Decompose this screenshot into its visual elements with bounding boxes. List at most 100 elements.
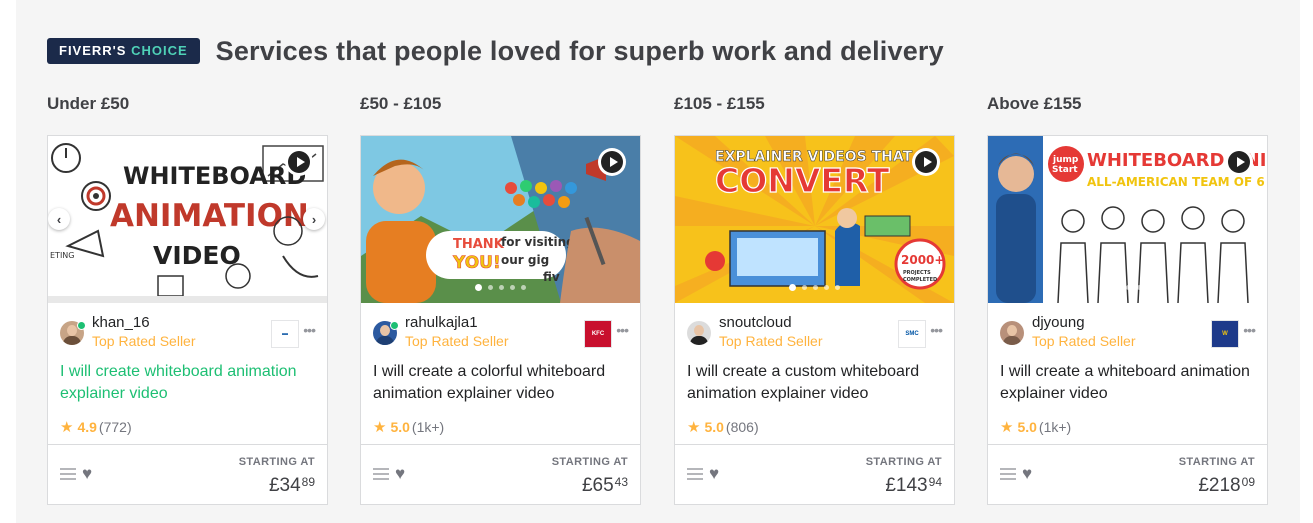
list-menu-icon[interactable] bbox=[687, 468, 703, 480]
svg-text:COMPLETED: COMPLETED bbox=[903, 277, 937, 283]
gig-card[interactable]: EXPLAINER VIDEOS THAT CONVERT 2000+ PROJ… bbox=[674, 135, 955, 505]
play-video-button[interactable] bbox=[1225, 148, 1253, 176]
card-divider bbox=[675, 444, 954, 445]
play-video-button[interactable] bbox=[598, 148, 626, 176]
heart-icon[interactable]: ♥ bbox=[1022, 465, 1032, 482]
price-column-under-50: Under £50 WHITEBOARD ANIMATION VIDEO ETI… bbox=[47, 94, 328, 505]
column-title: Above £155 bbox=[987, 94, 1082, 113]
more-options-icon[interactable]: ••• bbox=[616, 322, 629, 338]
gig-title[interactable]: I will create whiteboard animation expla… bbox=[60, 361, 320, 405]
seller-name[interactable]: snoutcloud bbox=[719, 314, 792, 331]
price-column-above-155: Above £155 jump Start WHITEBOARD ANIMATI… bbox=[987, 94, 1268, 505]
card-actions: ♥ bbox=[1000, 465, 1032, 482]
carousel-dots bbox=[675, 284, 954, 291]
seller-info: rahulkajla1 Top Rated Seller KFC ••• bbox=[373, 312, 629, 352]
gig-price: £65 43 bbox=[582, 475, 628, 497]
price-main: £34 bbox=[268, 475, 301, 496]
price-main: £65 bbox=[581, 475, 614, 496]
gig-price: £218 09 bbox=[1198, 475, 1255, 497]
play-video-button[interactable] bbox=[912, 148, 940, 176]
price-cents: 43 bbox=[614, 475, 628, 489]
heart-icon[interactable]: ♥ bbox=[82, 465, 92, 482]
gig-thumbnail[interactable]: WHITEBOARD ANIMATION VIDEO ETING ‹ › bbox=[48, 136, 327, 303]
rating-score: 4.9 bbox=[77, 419, 97, 435]
svg-text:ETING: ETING bbox=[50, 251, 74, 260]
svg-text:THANK: THANK bbox=[453, 237, 505, 252]
gig-rating: ★ 4.9 (772) bbox=[60, 418, 132, 436]
gig-rating: ★ 5.0 (806) bbox=[687, 418, 759, 436]
gig-title[interactable]: I will create a colorful whiteboard anim… bbox=[373, 361, 633, 405]
svg-text:PROJECTS: PROJECTS bbox=[903, 270, 931, 276]
rating-score: 5.0 bbox=[704, 419, 724, 435]
carousel-next-arrow[interactable]: › bbox=[303, 208, 325, 230]
fiverrs-choice-badge: FIVERR'S CHOICE bbox=[47, 38, 200, 64]
seller-name[interactable]: rahulkajla1 bbox=[405, 314, 478, 331]
svg-text:jump: jump bbox=[1052, 155, 1079, 165]
seller-level: Top Rated Seller bbox=[719, 333, 823, 349]
gig-title[interactable]: I will create a whiteboard animation exp… bbox=[1000, 361, 1260, 405]
seller-level: Top Rated Seller bbox=[1032, 333, 1136, 349]
column-title: £105 - £155 bbox=[674, 94, 765, 113]
gig-rating: ★ 5.0 (1k+) bbox=[373, 418, 444, 436]
seller-name[interactable]: djyoung bbox=[1032, 314, 1085, 331]
card-actions: ♥ bbox=[373, 465, 405, 482]
review-count: (1k+) bbox=[411, 419, 445, 435]
star-icon: ★ bbox=[373, 419, 387, 436]
card-actions: ♥ bbox=[687, 465, 719, 482]
rating-score: 5.0 bbox=[1017, 419, 1037, 435]
heart-icon[interactable]: ♥ bbox=[709, 465, 719, 482]
section-header: FIVERR'S CHOICE Services that people lov… bbox=[47, 34, 944, 68]
online-indicator bbox=[77, 321, 86, 330]
price-main: £218 bbox=[1198, 475, 1241, 496]
heart-icon[interactable]: ♥ bbox=[395, 465, 405, 482]
list-menu-icon[interactable] bbox=[1000, 468, 1016, 480]
badge-choice-text: CHOICE bbox=[131, 43, 188, 58]
seller-avatar[interactable] bbox=[687, 321, 711, 345]
seller-level: Top Rated Seller bbox=[405, 333, 509, 349]
gig-thumbnail[interactable]: EXPLAINER VIDEOS THAT CONVERT 2000+ PROJ… bbox=[675, 136, 954, 303]
seller-level: Top Rated Seller bbox=[92, 333, 196, 349]
client-logo: KFC bbox=[584, 320, 612, 348]
list-menu-icon[interactable] bbox=[373, 468, 389, 480]
seller-info: khan_16 Top Rated Seller ▬ ••• bbox=[60, 312, 316, 352]
play-video-button[interactable] bbox=[285, 148, 313, 176]
review-count: (772) bbox=[98, 419, 132, 435]
gig-card[interactable]: THANK YOU! for visiting our gig fiv rahu… bbox=[360, 135, 641, 505]
column-title: £50 - £105 bbox=[360, 94, 442, 113]
gig-thumbnail[interactable]: THANK YOU! for visiting our gig fiv bbox=[361, 136, 640, 303]
gig-price: £34 89 bbox=[269, 475, 315, 497]
list-menu-icon[interactable] bbox=[60, 468, 76, 480]
svg-text:VIDEO: VIDEO bbox=[153, 241, 241, 270]
review-count: (806) bbox=[725, 419, 759, 435]
svg-text:Start: Start bbox=[1052, 165, 1078, 175]
starting-at-label: STARTING AT bbox=[238, 456, 315, 468]
gig-price: £143 94 bbox=[885, 475, 942, 497]
more-options-icon[interactable]: ••• bbox=[1243, 322, 1256, 338]
star-icon: ★ bbox=[687, 419, 701, 436]
gig-thumbnail[interactable]: jump Start WHITEBOARD ANIMATION ALL-AMER… bbox=[988, 136, 1267, 303]
price-cents: 09 bbox=[1241, 475, 1255, 489]
gig-title[interactable]: I will create a custom whiteboard animat… bbox=[687, 361, 947, 405]
gig-card[interactable]: jump Start WHITEBOARD ANIMATION ALL-AMER… bbox=[987, 135, 1268, 505]
client-logo: ▬ bbox=[271, 320, 299, 348]
star-icon: ★ bbox=[1000, 419, 1014, 436]
carousel-prev-arrow[interactable]: ‹ bbox=[48, 208, 70, 230]
starting-at-label: STARTING AT bbox=[551, 456, 628, 468]
review-count: (1k+) bbox=[1038, 419, 1072, 435]
more-options-icon[interactable]: ••• bbox=[930, 322, 943, 338]
client-logo: SMC bbox=[898, 320, 926, 348]
gig-card[interactable]: WHITEBOARD ANIMATION VIDEO ETING ‹ › kha… bbox=[47, 135, 328, 505]
carousel-dots bbox=[988, 284, 1267, 291]
seller-name[interactable]: khan_16 bbox=[92, 314, 150, 331]
price-cents: 94 bbox=[928, 475, 942, 489]
seller-avatar[interactable] bbox=[1000, 321, 1024, 345]
seller-info: djyoung Top Rated Seller W ••• bbox=[1000, 312, 1256, 352]
gig-rating: ★ 5.0 (1k+) bbox=[1000, 418, 1071, 436]
svg-text:WHITEBOARD: WHITEBOARD bbox=[123, 162, 306, 190]
price-column-50-105: £50 - £105 THANK YOU! for visiting our g… bbox=[360, 94, 641, 505]
svg-text:2000+: 2000+ bbox=[901, 253, 944, 267]
starting-at-label: STARTING AT bbox=[1178, 456, 1255, 468]
card-divider bbox=[988, 444, 1267, 445]
more-options-icon[interactable]: ••• bbox=[303, 322, 316, 338]
section-headline: Services that people loved for superb wo… bbox=[215, 35, 944, 66]
